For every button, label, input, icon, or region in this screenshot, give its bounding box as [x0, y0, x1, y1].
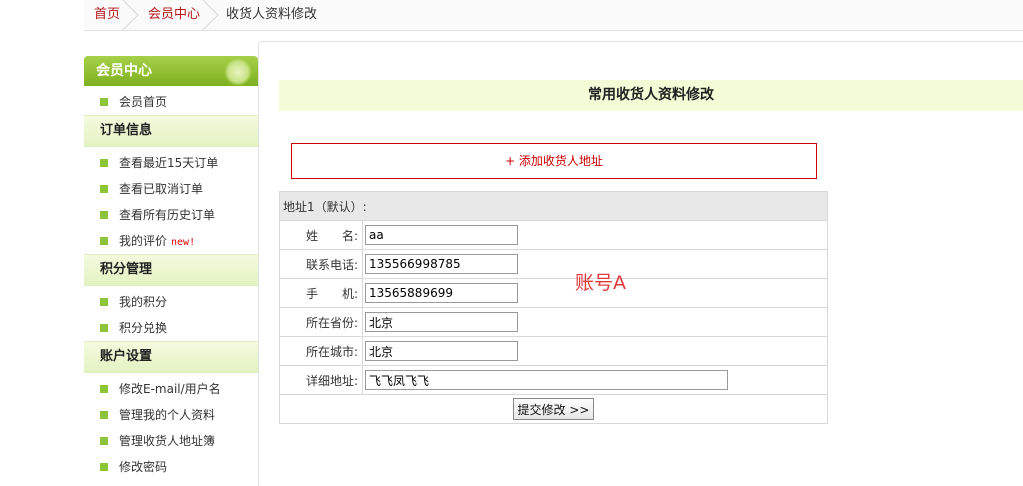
square-bullet-icon	[100, 237, 108, 245]
field-label: 联系电话:	[279, 249, 363, 279]
square-bullet-icon	[100, 463, 108, 471]
city-input[interactable]	[365, 341, 518, 361]
sidebar-section-account: 账户设置	[84, 341, 258, 373]
sidebar-section-orders: 订单信息	[84, 115, 258, 147]
address-header: 地址1（默认）:	[279, 191, 828, 221]
sidebar-item-redeem-points[interactable]: 积分兑换	[84, 315, 258, 341]
sidebar-item-label: 积分兑换	[119, 321, 168, 335]
square-bullet-icon	[100, 159, 108, 167]
flower-decoration-icon	[224, 58, 252, 86]
breadcrumb-separator	[200, 0, 212, 30]
member-sidebar: 会员中心 会员首页 订单信息 查看最近15天订单 查看已取消订单 查看所有历史订…	[84, 56, 259, 486]
province-input[interactable]	[365, 312, 518, 332]
sidebar-item-label: 修改密码	[119, 460, 168, 474]
field-label: 所在省份:	[279, 307, 363, 337]
sidebar-item-member-home[interactable]: 会员首页	[84, 89, 258, 115]
sidebar-item-change-password[interactable]: 修改密码	[84, 454, 258, 480]
sidebar-item-label: 管理收货人地址簿	[119, 434, 216, 448]
sidebar-item-label: 我的评价	[119, 234, 168, 248]
mobile-input[interactable]	[365, 283, 518, 303]
address-input[interactable]	[365, 370, 728, 390]
sidebar-item-address-book[interactable]: 管理收货人地址簿	[84, 428, 258, 454]
sidebar-title-text: 会员中心	[96, 63, 152, 79]
field-label: 所在城市:	[279, 336, 363, 366]
new-badge: new!	[171, 237, 196, 248]
sidebar-item-label: 查看已取消订单	[119, 182, 204, 196]
phone-input[interactable]	[365, 254, 518, 274]
field-label: 手 机:	[279, 278, 363, 308]
sidebar-item-cancelled-orders[interactable]: 查看已取消订单	[84, 176, 258, 202]
form-row-address: 详细地址:	[279, 365, 828, 395]
sidebar-item-order-history[interactable]: 查看所有历史订单	[84, 202, 258, 228]
name-input[interactable]	[365, 225, 518, 245]
square-bullet-icon	[100, 98, 108, 106]
address-form: 地址1（默认）: 姓 名: 联系电话: 手 机: 所在省份: 所在城市: 详细地…	[279, 191, 828, 424]
breadcrumb: 首页 会员中心 收货人资料修改	[84, 0, 1023, 31]
square-bullet-icon	[100, 185, 108, 193]
form-row-city: 所在城市:	[279, 336, 828, 366]
sidebar-item-label: 管理我的个人资料	[119, 408, 216, 422]
sidebar-item-profile[interactable]: 管理我的个人资料	[84, 402, 258, 428]
field-label: 姓 名:	[279, 220, 363, 250]
sidebar-section-points: 积分管理	[84, 254, 258, 286]
form-row-province: 所在省份:	[279, 307, 828, 337]
sidebar-item-label: 修改E-mail/用户名	[119, 382, 221, 396]
form-row-phone: 联系电话:	[279, 249, 828, 279]
square-bullet-icon	[100, 437, 108, 445]
page-title: 常用收货人资料修改	[279, 80, 1023, 111]
sidebar-item-label: 查看最近15天订单	[119, 156, 219, 170]
sidebar-item-my-points[interactable]: 我的积分	[84, 289, 258, 315]
square-bullet-icon	[100, 211, 108, 219]
sidebar-item-label: 我的积分	[119, 295, 168, 309]
sidebar-item-label: 会员首页	[119, 95, 168, 109]
sidebar-item-label: 查看所有历史订单	[119, 208, 216, 222]
form-row-mobile: 手 机:	[279, 278, 828, 308]
breadcrumb-current: 收货人资料修改	[226, 7, 318, 22]
square-bullet-icon	[100, 298, 108, 306]
form-row-name: 姓 名:	[279, 220, 828, 250]
sidebar-item-my-reviews[interactable]: 我的评价 new!	[84, 228, 258, 254]
sidebar-item-change-email[interactable]: 修改E-mail/用户名	[84, 376, 258, 402]
sidebar-item-recent-orders[interactable]: 查看最近15天订单	[84, 150, 258, 176]
field-label: 详细地址:	[279, 365, 363, 395]
square-bullet-icon	[100, 411, 108, 419]
submit-button[interactable]: 提交修改 >>	[512, 398, 595, 420]
breadcrumb-separator	[120, 0, 132, 30]
account-annotation: 账号A	[575, 272, 626, 294]
square-bullet-icon	[100, 385, 108, 393]
square-bullet-icon	[100, 324, 108, 332]
add-address-button[interactable]: + 添加收货人地址	[291, 143, 817, 179]
sidebar-title: 会员中心	[84, 56, 258, 86]
